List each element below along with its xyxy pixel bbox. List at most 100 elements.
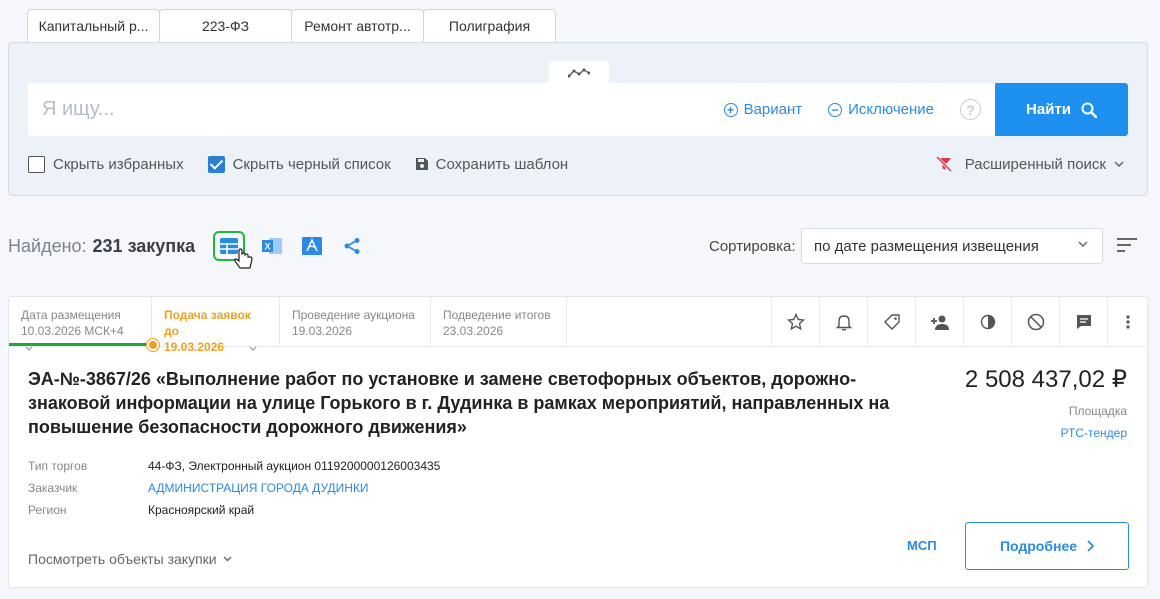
add-person-icon	[930, 315, 949, 330]
comment-icon	[1076, 314, 1091, 329]
tab-template-4[interactable]: Полиграфия	[423, 9, 556, 42]
meta-label: Заказчик	[28, 481, 78, 495]
chevron-down-icon	[1114, 161, 1124, 167]
meta-value: 44-ФЗ, Электронный аукцион 0119200000126…	[148, 459, 441, 473]
excel-icon: X	[262, 238, 283, 254]
msp-badge: МСП	[907, 538, 937, 553]
meta-row-region: Регион Красноярский край	[28, 499, 440, 521]
hide-blacklist-label: Скрыть черный список	[232, 155, 391, 173]
add-exclusion-button[interactable]: − Исключение	[828, 101, 934, 118]
stage-progress-marker	[147, 339, 159, 351]
search-input[interactable]	[28, 83, 724, 136]
meta-row-customer: Заказчик АДМИНИСТРАЦИЯ ГОРОДА ДУДИНКИ	[28, 477, 440, 499]
tender-price: 2 508 437,02 ₽	[964, 366, 1127, 393]
tab-template-2[interactable]: 223-ФЗ	[159, 9, 292, 42]
chevron-right-icon	[1087, 540, 1095, 552]
minus-circle-icon: −	[828, 102, 843, 117]
sort-value: по дате размещения извещения	[814, 237, 1039, 255]
stage-value: 23.03.2026	[443, 324, 504, 338]
checkbox-checked-icon	[207, 155, 225, 173]
platform-link[interactable]: РТС-тендер	[1061, 426, 1127, 440]
search-panel: + Вариант − Исключение ? Найти Скрыть из…	[8, 42, 1148, 196]
advanced-search-label: Расширенный поиск	[964, 155, 1106, 173]
comment-button[interactable]	[1059, 297, 1107, 346]
tender-card: Дата размещения 10.03.2026 МСК+4 Подача …	[8, 296, 1148, 588]
hide-favorites-label: Скрыть избранных	[53, 155, 184, 173]
tender-stages: Дата размещения 10.03.2026 МСК+4 Подача …	[9, 297, 1147, 354]
chevron-down-icon	[25, 346, 33, 351]
plus-circle-icon: +	[723, 102, 738, 117]
find-button[interactable]: Найти	[995, 83, 1128, 136]
tab-template-3[interactable]: Ремонт автотр...	[291, 9, 424, 42]
customer-link[interactable]: АДМИНИСТРАЦИЯ ГОРОДА ДУДИНКИ	[148, 477, 369, 499]
hide-blacklist-checkbox[interactable]: Скрыть черный список	[207, 155, 391, 173]
view-objects-toggle[interactable]: Посмотреть объекты закупки	[28, 551, 232, 567]
sort-select[interactable]: по дате размещения извещения	[801, 228, 1103, 264]
tab-template-1[interactable]: Капитальный р...	[27, 9, 160, 42]
checkbox-unchecked-icon	[28, 155, 45, 173]
stage-value: 19.03.2026	[164, 340, 225, 354]
chevron-down-icon	[223, 556, 232, 562]
tag-icon	[883, 313, 900, 330]
stage-value: 19.03.2026	[292, 324, 353, 338]
found-label: Найдено:	[8, 235, 87, 256]
results-toolbar: Найдено: 231 закупка X Сортировка: по да…	[8, 228, 1148, 264]
stage-title: Дата размещения	[21, 308, 121, 322]
share-button[interactable]	[339, 233, 365, 259]
stage-value: 10.03.2026 МСК+4	[21, 324, 124, 338]
star-icon	[786, 312, 805, 330]
share-icon	[344, 238, 360, 254]
save-template-label: Сохранить шаблон	[435, 155, 569, 173]
stage-title: Проведение аукциона	[292, 308, 415, 322]
stage-application-deadline[interactable]: Подача заявок до 19.03.2026	[152, 297, 280, 354]
tab-label: Капитальный р...	[38, 18, 149, 34]
chevron-down-icon	[1078, 241, 1088, 247]
platform-label: Площадка	[1068, 404, 1127, 418]
collapse-panel-handle[interactable]	[549, 61, 609, 85]
view-objects-label: Посмотреть объекты закупки	[28, 551, 217, 567]
export-excel-button[interactable]: X	[259, 233, 285, 259]
save-disk-icon	[415, 158, 428, 170]
pdf-icon	[302, 237, 323, 255]
variant-label: Вариант	[743, 101, 803, 118]
details-button[interactable]: Подробнее	[965, 522, 1129, 570]
stage-progress-bar	[9, 343, 152, 346]
tab-label: 223-ФЗ	[201, 18, 250, 34]
more-menu-button[interactable]	[1107, 297, 1147, 346]
exclusion-label: Исключение	[848, 101, 934, 118]
save-template-button[interactable]: Сохранить шаблон	[415, 155, 569, 173]
hide-favorites-checkbox[interactable]: Скрыть избранных	[28, 155, 184, 173]
help-icon[interactable]: ?	[960, 99, 981, 120]
found-count: 231 закупка	[92, 235, 196, 256]
filter-off-icon	[935, 155, 952, 173]
svg-text:X: X	[265, 242, 271, 252]
find-label: Найти	[1026, 101, 1071, 118]
meta-label: Регион	[28, 503, 67, 517]
notify-button[interactable]	[819, 297, 867, 346]
favorite-button[interactable]	[771, 297, 819, 346]
stage-publication[interactable]: Дата размещения 10.03.2026 МСК+4	[9, 297, 152, 351]
tag-button[interactable]	[867, 297, 915, 346]
assign-user-button[interactable]	[915, 297, 963, 346]
contrast-button[interactable]	[963, 297, 1011, 346]
tab-label: Ремонт автотр...	[304, 18, 411, 34]
add-variant-button[interactable]: + Вариант	[723, 101, 803, 118]
template-tabs: Капитальный р... 223-ФЗ Ремонт автотр...…	[27, 9, 556, 42]
tender-meta: Тип торгов 44-ФЗ, Электронный аукцион 01…	[28, 455, 440, 521]
stage-title: Подведение итогов	[443, 308, 551, 322]
card-actions	[771, 297, 1147, 346]
blacklist-button[interactable]	[1011, 297, 1059, 346]
tender-title[interactable]: ЭА-№-3867/26 «Выполнение работ по устано…	[28, 367, 928, 439]
stage-auction: Проведение аукциона 19.03.2026	[280, 297, 431, 346]
meta-label: Тип торгов	[28, 459, 88, 473]
block-icon	[1027, 313, 1044, 330]
chevron-down-icon	[249, 346, 257, 351]
export-pdf-button[interactable]	[299, 233, 325, 259]
details-label: Подробнее	[999, 538, 1078, 554]
advanced-search-toggle[interactable]: Расширенный поиск	[935, 155, 1124, 173]
sort-order-icon[interactable]	[1116, 236, 1138, 254]
contrast-icon	[980, 314, 995, 329]
search-bar: + Вариант − Исключение ? Найти	[28, 83, 1128, 136]
hand-cursor-icon	[234, 248, 253, 269]
search-options: Скрыть избранных Скрыть черный список Со…	[28, 153, 1128, 175]
